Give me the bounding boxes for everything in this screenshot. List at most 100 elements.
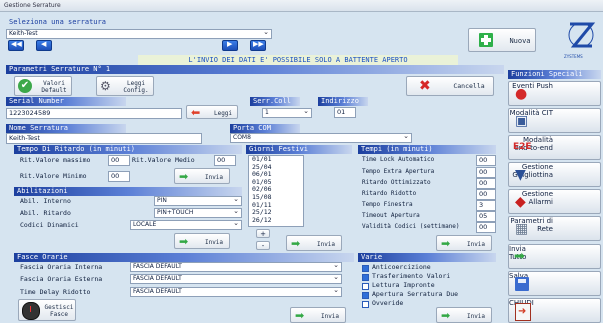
- exit-door-icon: ➜: [515, 303, 531, 321]
- option-checkbox[interactable]: [362, 283, 369, 290]
- next-icon: ▶: [227, 40, 233, 48]
- default-values-button[interactable]: ✔ Valori Default: [14, 76, 72, 96]
- port-label: Porta COM: [230, 124, 300, 133]
- manage-bands-label: Gestisci Fasce: [44, 304, 74, 318]
- enable-internal-select[interactable]: PIN: [154, 196, 242, 206]
- first-icon: ◀◀: [11, 40, 22, 48]
- coll-select[interactable]: 1: [262, 108, 312, 118]
- last-lock-button[interactable]: ▶▶: [250, 40, 266, 51]
- send-arrow-icon: ➡: [514, 249, 525, 264]
- option-label: Trasferimento Valori: [372, 272, 451, 280]
- time-row-field[interactable]: 00: [476, 155, 496, 166]
- network-settings-icon: ▦: [515, 221, 529, 237]
- e2e-icon: E2E: [513, 142, 532, 152]
- band-internal-label: Fascia Oraria Interna: [20, 263, 103, 271]
- lock-select[interactable]: Keith-Test: [6, 29, 272, 39]
- plus-icon: [479, 33, 493, 47]
- various-send-label: Invia: [466, 313, 486, 320]
- special-function-button[interactable]: ● Eventi Push: [508, 81, 601, 106]
- holiday-item[interactable]: 26/12: [249, 216, 303, 225]
- manage-bands-button[interactable]: Gestisci Fasce: [18, 299, 76, 321]
- clock-icon: [22, 302, 40, 320]
- time-row-label: Tempo Finestra: [362, 201, 413, 208]
- time-row-field[interactable]: 05: [476, 211, 496, 222]
- special-function-button[interactable]: ▣ Modalità CIT: [508, 108, 601, 133]
- send-all-button[interactable]: ➡ Invia Tutto: [508, 244, 601, 269]
- enable-send-label: Invia: [204, 239, 224, 246]
- special-function-button[interactable]: ▼ Gestione Ghigliottina: [508, 162, 601, 187]
- next-lock-button[interactable]: ▶: [222, 40, 238, 51]
- option-label: Ovveride: [372, 299, 404, 307]
- delay-min-field[interactable]: 00: [108, 171, 130, 182]
- special-function-button[interactable]: ▦ Parametri di Rete: [508, 216, 601, 241]
- time-row-field[interactable]: 00: [476, 189, 496, 200]
- coll-label: Serr.Coll: [250, 97, 300, 106]
- enable-send-button[interactable]: ➡ Invia: [174, 233, 230, 249]
- arrow-left-icon: ⬅: [191, 106, 201, 119]
- send-arrow-icon: ➡: [295, 309, 305, 322]
- name-field[interactable]: Keith-Test: [6, 133, 202, 144]
- alarm-siren-icon: ◆: [515, 194, 526, 210]
- time-row-field[interactable]: 00: [476, 222, 496, 233]
- first-lock-button[interactable]: ◀◀: [8, 40, 24, 51]
- delay-max-field[interactable]: 00: [108, 155, 130, 166]
- band-external-select[interactable]: FASCIA DEFAULT: [130, 274, 342, 284]
- delay-mid-field[interactable]: 00: [214, 155, 236, 166]
- close-button[interactable]: ➜ CHIUDI: [508, 298, 601, 323]
- name-label: Nome Serratura: [6, 124, 126, 133]
- band-delay-label: Time Delay Ridotto: [20, 288, 91, 296]
- warning-banner: L'INVIO DEI DATI E' POSSIBILE SOLO A BAT…: [138, 55, 458, 65]
- add-holiday-button[interactable]: +: [256, 229, 270, 238]
- option-checkbox[interactable]: [362, 301, 369, 308]
- new-button-label: Nuova: [509, 37, 531, 45]
- new-button[interactable]: Nuova: [468, 28, 536, 52]
- time-row-field[interactable]: 3: [476, 200, 496, 211]
- send-arrow-icon: ➡: [179, 170, 189, 183]
- delay-section-title: Tempo Di Ritardo (in minuti): [14, 145, 242, 154]
- option-label: Anticoercizione: [372, 263, 431, 271]
- time-row-label: Validità Codici (settimane): [362, 223, 460, 230]
- read-config-button[interactable]: ⚙ Leggi Config.: [96, 76, 154, 96]
- remove-holiday-button[interactable]: -: [256, 241, 270, 250]
- holidays-send-button[interactable]: ➡ Invia: [286, 235, 342, 251]
- serial-field[interactable]: 1223024589: [6, 108, 182, 119]
- option-checkbox[interactable]: [362, 292, 369, 299]
- guillotine-icon: ▼: [515, 167, 526, 183]
- cit-truck-icon: ▣: [515, 113, 529, 129]
- special-function-button[interactable]: ◆ Gestione Allarmi: [508, 189, 601, 214]
- enable-internal-label: Abil. Interno: [20, 197, 71, 205]
- times-send-button[interactable]: ➡ Invia: [436, 235, 492, 251]
- logo-text: ZYSTEMS: [564, 54, 583, 59]
- special-function-button[interactable]: E2E Modalità end-to-end: [508, 135, 601, 160]
- delete-label: Cancella: [453, 82, 485, 90]
- read-serial-button[interactable]: ⬅ Leggi: [186, 105, 238, 119]
- enable-delay-select[interactable]: PIN+TOUCH: [154, 208, 242, 218]
- address-label: Indirizzo: [318, 97, 368, 106]
- delay-send-button[interactable]: ➡ Invia: [174, 168, 230, 184]
- dynamic-codes-label: Codici Dinamici: [20, 221, 79, 229]
- option-checkbox[interactable]: [362, 265, 369, 272]
- time-row-field[interactable]: 00: [476, 167, 496, 178]
- send-arrow-icon: ➡: [291, 237, 301, 250]
- save-button[interactable]: Salva: [508, 271, 601, 296]
- address-field[interactable]: 01: [334, 107, 356, 118]
- special-section-title: Funzioni Speciali: [508, 70, 601, 79]
- band-delay-select[interactable]: FASCIA DEFAULT: [130, 287, 342, 297]
- dynamic-codes-select[interactable]: LOCALE: [130, 220, 242, 230]
- prev-lock-button[interactable]: ◀: [36, 40, 52, 51]
- window-title-bar: Gestione Serrature: [0, 0, 603, 12]
- various-send-button[interactable]: ➡ Invia: [436, 307, 492, 323]
- port-select[interactable]: COM8: [230, 133, 412, 143]
- option-checkbox[interactable]: [362, 274, 369, 281]
- band-internal-select[interactable]: FASCIA DEFAULT: [130, 262, 342, 272]
- enable-section-title: Abilitazioni: [14, 187, 242, 196]
- send-arrow-icon: ➡: [179, 235, 189, 248]
- delete-button[interactable]: ✖ Cancella: [406, 76, 494, 96]
- times-send-label: Invia: [466, 241, 486, 248]
- time-row-field[interactable]: 00: [476, 178, 496, 189]
- delay-min-label: Rit.Valore Minimo: [20, 172, 87, 180]
- send-arrow-icon: ➡: [441, 237, 451, 250]
- time-row-label: Timeout Apertura: [362, 212, 420, 219]
- holidays-list[interactable]: 01/01 25/04 06/01 01/05 02/06 15/08 01/11 25/12…: [248, 155, 304, 227]
- bands-send-button[interactable]: ➡ Invia: [290, 307, 346, 323]
